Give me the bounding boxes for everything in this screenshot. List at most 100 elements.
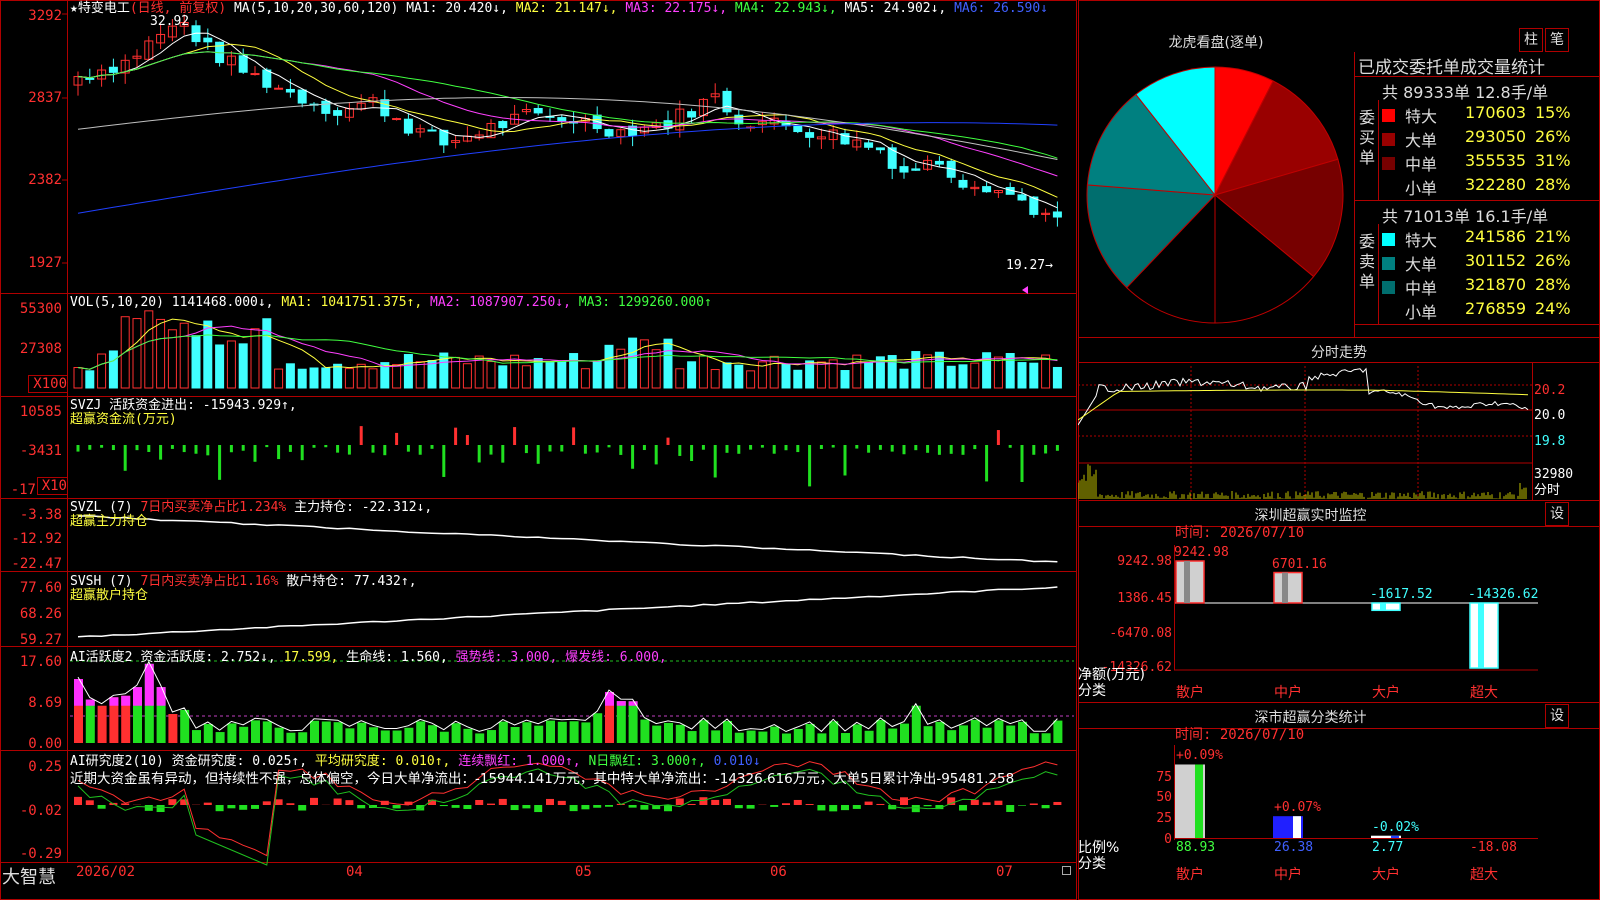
ai-active-bar-63	[817, 733, 827, 743]
stock-name: 特变电工	[77, 1, 130, 16]
svzj-bar-77	[985, 445, 989, 482]
svzj-bar-46	[619, 445, 623, 455]
ss-bar-shade-0	[1195, 764, 1203, 838]
ss-bar-shade-1	[1293, 816, 1301, 838]
bar-mode-button[interactable]: 柱	[1519, 28, 1543, 52]
ai-research-bar-83	[1053, 801, 1062, 805]
vol-bar-36	[498, 365, 508, 389]
ai-active-bar-75	[959, 725, 968, 743]
svzl-axis-3: -22.47	[11, 556, 62, 572]
ai-research-bar-75	[959, 805, 967, 811]
fenshi-axis-1: 20.2	[1534, 383, 1566, 398]
ai-research-avg: 平均研究度: 0.010↑,	[314, 754, 451, 769]
ai-active-life: 生命线: 1.560,	[346, 650, 448, 665]
vol-ma3-line	[77, 334, 1058, 370]
sz-settings-button[interactable]: 设	[1545, 502, 1569, 526]
svzj-bar-44	[595, 445, 599, 453]
vol-bar-83	[1052, 366, 1062, 389]
ai-active-b: 17.599,	[283, 650, 339, 665]
ai-active-bar-64	[829, 721, 839, 743]
ma6-value: MA6: 26.590↓	[954, 1, 1048, 16]
svzj-bar-21	[324, 445, 328, 448]
ai-research-cont: 连续飘红: 1.000↑,	[458, 754, 581, 769]
buy-total: 共 89333单 12.8手/单	[1382, 83, 1549, 102]
vol-bar-77	[982, 352, 992, 389]
svzj-bar-51	[678, 445, 682, 456]
sell-volume-0: 241586	[1465, 227, 1527, 246]
ai-research-bar-47	[628, 805, 637, 808]
vol-bar-53	[698, 355, 708, 389]
vol-bar-24	[356, 363, 366, 389]
vol-bar-20	[309, 367, 319, 389]
tick-mode-button[interactable]: 笔	[1545, 28, 1569, 52]
vol-header: VOL(5,10,20) 1141468.000↓, MA1: 1041751.…	[70, 295, 712, 310]
ai-active-bar-47	[628, 701, 638, 743]
svzj-bar-28	[406, 445, 410, 452]
svzj-bar-7	[159, 445, 163, 460]
svzj-bar-5	[135, 445, 139, 451]
candle-body-22	[333, 110, 343, 116]
ai-research-header: AI研究度2(10) 资金研究度: 0.025↑, 平均研究度: 0.010↑,…	[70, 754, 761, 769]
lock-icon[interactable]	[1062, 866, 1071, 875]
ai-active-bar-13	[227, 723, 237, 743]
buy-swatch-1	[1382, 133, 1395, 146]
svzj-bar-80	[1020, 445, 1024, 482]
vol-bar-18	[285, 363, 295, 389]
ai-research-bar-18	[286, 803, 295, 805]
buy-swatch-0	[1382, 109, 1395, 122]
candle-body-77	[982, 186, 992, 193]
fenshi-price-line	[1078, 367, 1529, 426]
vol-bar-27	[392, 364, 402, 389]
svzj-bar-30	[430, 445, 434, 449]
ai-active-name: AI活跃度2	[70, 650, 133, 665]
ai-active-bar-18	[286, 732, 296, 743]
ai-research-bar-43	[581, 805, 590, 810]
ai-active-bar-8	[168, 714, 178, 743]
svsh-axis-1: 77.60	[19, 580, 62, 596]
ai-active-axis-1: 17.60	[19, 654, 62, 670]
ai-active-bar-48	[640, 719, 650, 743]
sz-cat-0: 散户	[1176, 685, 1204, 701]
svsh-ratio: 7日内买卖净占比1.16%	[140, 574, 279, 589]
sz-bar-value-1: 6701.16	[1272, 556, 1327, 572]
svzl-line	[77, 515, 1058, 563]
star-icon[interactable]: ★	[70, 1, 78, 16]
sell-swatch-3	[1382, 305, 1395, 318]
ai-active-bar-52	[687, 731, 697, 743]
ai-research-bar-48	[640, 805, 649, 810]
svzj-bar-76	[973, 445, 977, 450]
vol-bar-9	[179, 322, 189, 389]
ss-axis-4: 0	[1164, 832, 1172, 847]
vol-bar-6	[144, 310, 154, 389]
ss-bar-value-3: -18.08	[1470, 840, 1517, 855]
svzj-bar-42	[572, 427, 576, 445]
ai-research-bar-15	[251, 805, 259, 809]
ss-stats-title: 深市超赢分类统计	[1254, 710, 1367, 726]
ai-research-bar-6	[144, 805, 153, 811]
candle-body-27	[392, 118, 402, 121]
svzj-bar-63	[819, 445, 823, 449]
ai-research-axis-3: -0.29	[19, 846, 62, 862]
svzj-bar-26	[383, 445, 387, 456]
buy-percent-0: 15%	[1535, 103, 1571, 122]
candle-body-21	[321, 100, 331, 114]
ss-bar-change-0: +0.09%	[1176, 748, 1223, 764]
svzj-bar-45	[607, 445, 611, 448]
brand-label: 大智慧	[2, 867, 56, 888]
ai-active-bar-33	[463, 728, 473, 743]
ss-cat-2: 大户	[1372, 867, 1400, 883]
candle-body-67	[864, 142, 874, 148]
ss-settings-button[interactable]: 设	[1545, 704, 1569, 728]
ai-research-name: AI研究度2(10)	[70, 754, 164, 769]
ai-research-bar-36	[498, 798, 507, 805]
ai-research-bar-31	[439, 805, 448, 807]
ai-research-bar-39	[534, 805, 543, 813]
ss-bar-value-2: 2.77	[1372, 840, 1404, 855]
ai-active-bar-79	[1006, 725, 1016, 743]
ai-active-bar-39	[534, 725, 544, 743]
ai-research-bar-45	[605, 805, 613, 807]
candle-body-30	[427, 129, 437, 132]
ai-research-bar-41	[557, 800, 566, 805]
sell-swatch-0	[1382, 233, 1395, 246]
ai-active-bar-55	[723, 720, 732, 743]
